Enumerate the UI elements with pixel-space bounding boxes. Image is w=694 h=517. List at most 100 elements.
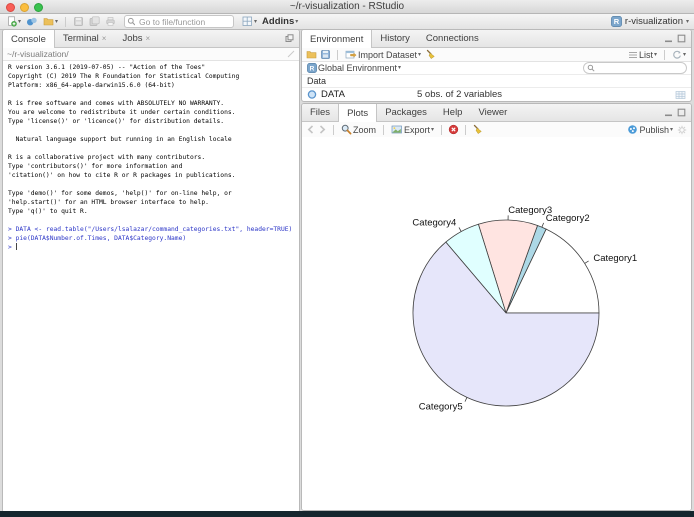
new-file-icon xyxy=(8,16,17,27)
publish-icon xyxy=(628,125,638,134)
minimize-panel-icon[interactable] xyxy=(664,108,673,117)
tab-terminal[interactable]: Terminal × xyxy=(55,30,115,47)
tab-jobs[interactable]: Jobs × xyxy=(114,30,158,47)
refresh-environment-button[interactable]: ▾ xyxy=(671,50,687,60)
console-line: 'help.start()' for an HTML browser inter… xyxy=(8,199,209,206)
plot-area: Category1 Category2 Category3 Category4 Cate… xyxy=(302,137,691,510)
publish-plot-button[interactable]: Publish ▾ xyxy=(626,124,674,135)
export-plot-button[interactable]: Export ▾ xyxy=(390,124,435,135)
console-line: Copyright (C) 2019 The R Foundation for … xyxy=(8,73,240,80)
open-file-button[interactable]: ▾ xyxy=(42,16,59,27)
environment-panel: Environment History Connections Import D… xyxy=(301,29,692,102)
zoom-plot-button[interactable]: Zoom xyxy=(340,124,377,135)
save-workspace-icon[interactable] xyxy=(320,49,331,60)
panes-layout-button[interactable]: ▾ xyxy=(241,16,258,27)
close-window-button[interactable] xyxy=(6,3,15,12)
working-directory-link[interactable]: ~/r-visualization/ xyxy=(7,49,69,59)
pie-label-tick xyxy=(464,397,468,402)
console-line: R is a collaborative project with many c… xyxy=(8,154,206,161)
environment-search-box[interactable] xyxy=(583,62,687,74)
console-line: Natural language support but running in … xyxy=(8,136,232,143)
titlebar: ~/r-visualization - RStudio xyxy=(0,0,694,14)
environment-scope-menu[interactable]: R Global Environment ▾ xyxy=(306,63,402,73)
console-line: > xyxy=(8,243,17,251)
maximize-panel-icon[interactable] xyxy=(285,34,294,43)
tab-files[interactable]: Files xyxy=(302,104,338,121)
save-button xyxy=(72,16,85,27)
maximize-panel-icon[interactable] xyxy=(677,34,686,43)
pie-label-category4: Category4 xyxy=(412,218,456,229)
new-project-button[interactable] xyxy=(25,16,39,27)
object-summary: 5 obs. of 2 variables xyxy=(417,89,503,100)
pie-label-category5: Category5 xyxy=(419,402,463,413)
console-line: > pie(DATA$Number.of.Times, DATA$Categor… xyxy=(8,235,187,242)
tab-console[interactable]: Console xyxy=(3,30,55,48)
workspace: Console Terminal × Jobs × ~/r-visualizat… xyxy=(2,29,692,513)
tab-plots[interactable]: Plots xyxy=(338,104,378,122)
print-icon xyxy=(106,17,115,26)
pie-label-tick xyxy=(541,222,545,228)
minimize-panel-icon[interactable] xyxy=(664,34,673,43)
svg-text:R: R xyxy=(614,17,620,26)
addins-menu[interactable]: Addins ▾ xyxy=(261,16,299,27)
pie-label-category3: Category3 xyxy=(508,205,552,216)
minimize-window-button[interactable] xyxy=(20,3,29,12)
resize-grip-icon xyxy=(287,50,295,58)
environment-search-input[interactable] xyxy=(597,62,681,74)
open-folder-icon xyxy=(43,18,54,26)
console-line: You are welcome to redistribute it under… xyxy=(8,109,236,116)
pie-label-category1: Category1 xyxy=(593,253,637,264)
new-project-icon xyxy=(27,17,37,26)
close-icon[interactable]: × xyxy=(102,34,107,43)
plots-tabbar: Files Plots Packages Help Viewer xyxy=(302,104,691,122)
pie-label-tick xyxy=(584,260,589,264)
console-line: R version 3.6.1 (2019-07-05) -- "Action … xyxy=(8,64,206,71)
clear-plots-broom-icon[interactable] xyxy=(472,124,483,135)
close-icon[interactable]: × xyxy=(146,34,151,43)
list-view-button[interactable]: List ▾ xyxy=(627,50,658,60)
r-global-env-icon: R xyxy=(307,63,317,73)
goto-file-input[interactable] xyxy=(137,15,232,28)
console-line: 'citation()' on how to cite R or R packa… xyxy=(8,172,236,179)
toolbar-separator xyxy=(65,16,67,27)
console-line: R is free software and comes with ABSOLU… xyxy=(8,100,225,107)
console-line: Type 'q()' to quit R. xyxy=(8,208,88,215)
tab-environment[interactable]: Environment xyxy=(302,30,373,48)
tab-packages[interactable]: Packages xyxy=(377,104,435,121)
r-project-icon: R xyxy=(611,16,622,27)
goto-file-box[interactable] xyxy=(124,15,235,28)
import-dataset-button[interactable]: Import Dataset ▾ xyxy=(344,49,422,60)
tab-history[interactable]: History xyxy=(372,30,418,47)
load-workspace-icon[interactable] xyxy=(306,49,317,60)
tab-viewer[interactable]: Viewer xyxy=(470,104,515,121)
console-tabbar: Console Terminal × Jobs × xyxy=(3,30,299,48)
view-table-icon[interactable] xyxy=(675,90,686,100)
pie-label-tick xyxy=(458,227,462,232)
maximize-panel-icon[interactable] xyxy=(677,108,686,117)
console-line: Type 'demo()' for some demos, 'help()' f… xyxy=(8,190,232,197)
environment-tabbar: Environment History Connections xyxy=(302,30,691,48)
tab-help[interactable]: Help xyxy=(435,104,471,121)
object-row-data[interactable]: DATA 5 obs. of 2 variables xyxy=(302,87,691,101)
console-header: ~/r-visualization/ xyxy=(3,48,299,61)
remove-plot-icon[interactable] xyxy=(448,124,459,135)
new-file-button[interactable]: ▾ xyxy=(5,16,22,27)
next-plot-icon xyxy=(319,125,326,134)
console-panel: Console Terminal × Jobs × ~/r-visualizat… xyxy=(2,29,300,513)
console-output[interactable]: R version 3.6.1 (2019-07-05) -- "Action … xyxy=(3,61,299,254)
goto-file-icon xyxy=(127,17,136,26)
zoom-icon xyxy=(341,124,352,135)
data-object-icon[interactable] xyxy=(307,89,317,100)
console-cursor xyxy=(15,243,17,250)
tab-connections[interactable]: Connections xyxy=(418,30,487,47)
clear-objects-broom-icon[interactable] xyxy=(425,49,436,60)
pie-chart: Category1 Category2Category3 Category4 Cate… xyxy=(412,205,637,413)
project-menu[interactable]: R r-visualization ▾ xyxy=(611,16,689,27)
fullscreen-window-button[interactable] xyxy=(34,3,43,12)
pie-label-category2: Category2 xyxy=(546,213,590,224)
data-section-header: Data xyxy=(302,75,691,87)
